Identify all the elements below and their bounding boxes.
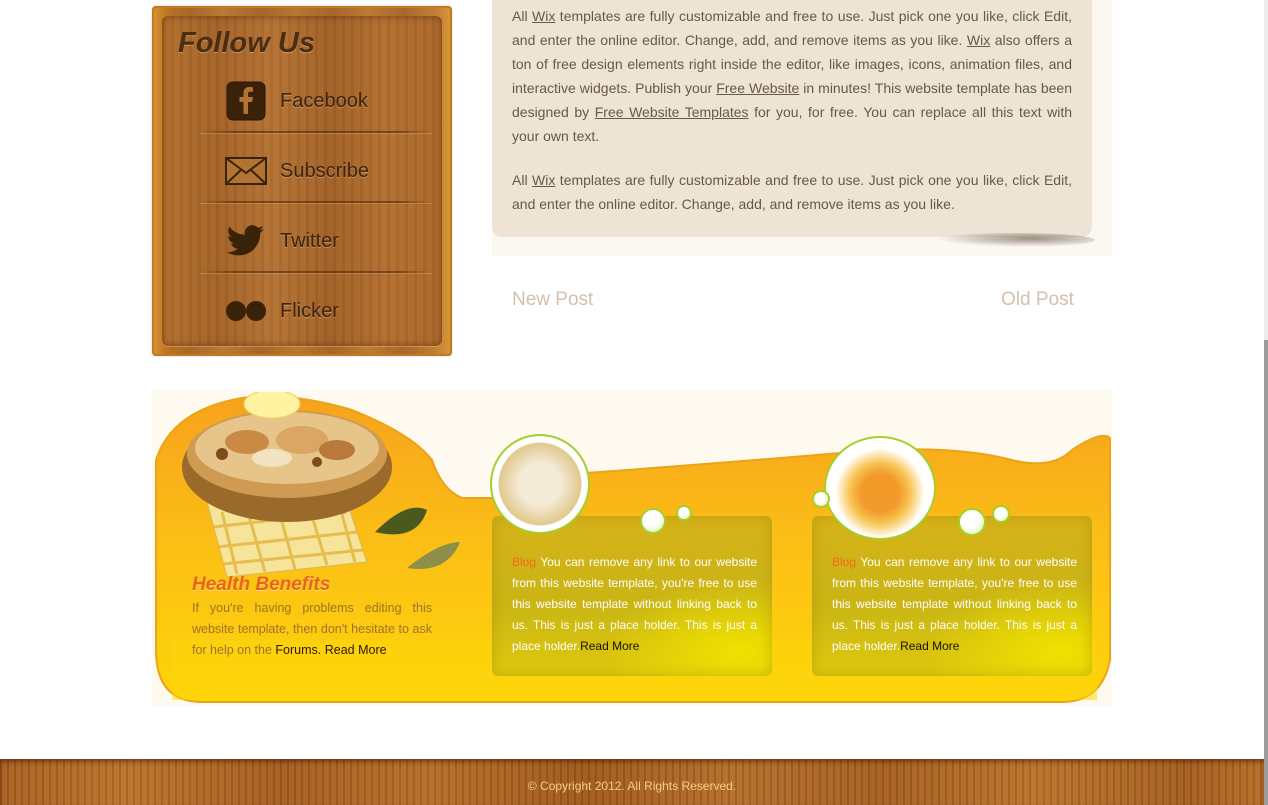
social-item-subscribe[interactable]: Subscribe — [200, 140, 436, 202]
health-benefits-title: Health Benefits — [192, 574, 331, 595]
decorative-bubble — [640, 508, 666, 534]
health-benefits-text: If you're having problems editing this w… — [192, 598, 432, 661]
social-label-flicker: Flicker — [280, 299, 339, 322]
wix-link[interactable]: Wix — [967, 32, 990, 48]
blog-text: Blog You can remove any link to our webs… — [512, 552, 757, 657]
twitter-icon — [224, 219, 268, 263]
blog-card: Blog You can remove any link to our webs… — [812, 516, 1092, 676]
flickr-icon — [224, 289, 268, 333]
text: . — [317, 643, 322, 657]
read-more-link[interactable]: Read More — [900, 639, 959, 653]
divider — [200, 131, 432, 133]
blog-tag[interactable]: Blog — [832, 555, 856, 569]
features-band: Health Benefits If you're having problem… — [152, 390, 1112, 705]
follow-us-panel: Follow Us Facebook Subscribe Twitter Fli… — [152, 6, 452, 356]
old-post-link[interactable]: Old Post — [1001, 289, 1074, 311]
decorative-bubble — [958, 508, 986, 536]
social-item-twitter[interactable]: Twitter — [200, 210, 436, 272]
decorative-bubble — [676, 505, 692, 521]
decorative-bubble — [812, 490, 830, 508]
article-paragraph-1: All Wix templates are fully customizable… — [512, 4, 1072, 148]
text: All — [512, 172, 533, 188]
wix-link[interactable]: Wix — [532, 8, 555, 24]
read-more-link[interactable]: Read More — [325, 643, 387, 657]
wix-link[interactable]: Wix — [532, 172, 555, 188]
social-label-twitter: Twitter — [280, 229, 339, 252]
article-paragraph-2: All Wix templates are fully customizable… — [512, 168, 1072, 216]
social-item-facebook[interactable]: Facebook — [200, 70, 436, 132]
text: All — [512, 8, 533, 24]
facebook-icon — [224, 79, 268, 123]
copyright-text: © Copyright 2012. All Rights Reserved. — [527, 779, 737, 793]
read-more-link[interactable]: Read More — [580, 639, 639, 653]
footer: © Copyright 2012. All Rights Reserved. — [0, 759, 1264, 805]
article-shadow — [935, 233, 1095, 247]
free-website-link[interactable]: Free Website — [716, 80, 799, 96]
scrollbar-thumb[interactable] — [1264, 340, 1268, 805]
blog-tag[interactable]: Blog — [512, 555, 536, 569]
free-website-templates-link[interactable]: Free Website Templates — [595, 104, 749, 120]
scrollbar-track[interactable] — [1264, 0, 1268, 805]
forums-link[interactable]: Forums — [275, 643, 317, 657]
decorative-bubble — [992, 505, 1010, 523]
follow-us-title: Follow Us — [178, 27, 315, 59]
food-bowl-image — [182, 392, 460, 578]
rice-dish-image — [490, 434, 590, 534]
blog-text: Blog You can remove any link to our webs… — [832, 552, 1077, 657]
page: Follow Us Facebook Subscribe Twitter Fli… — [0, 0, 1268, 805]
mail-icon — [224, 149, 268, 193]
blog-card: Blog You can remove any link to our webs… — [492, 516, 772, 676]
social-item-flicker[interactable]: Flicker — [200, 280, 436, 342]
social-label-facebook: Facebook — [280, 89, 368, 112]
new-post-link[interactable]: New Post — [512, 289, 593, 311]
article-box: All Wix templates are fully customizable… — [492, 0, 1092, 237]
social-label-subscribe: Subscribe — [280, 159, 369, 182]
divider — [200, 271, 432, 273]
curry-dish-image — [824, 436, 936, 540]
text: templates are fully customizable and fre… — [512, 172, 1072, 212]
divider — [200, 201, 432, 203]
